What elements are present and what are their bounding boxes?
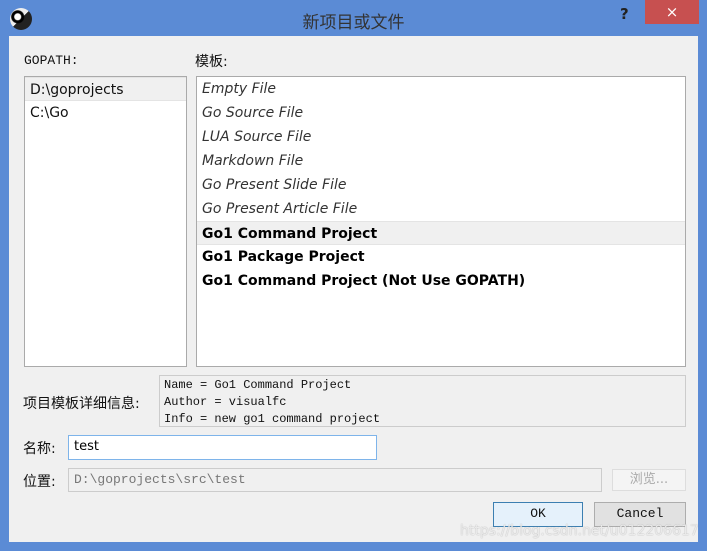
template-item[interactable]: Go1 Command Project (Not Use GOPATH) [197,269,685,293]
browse-button[interactable]: 浏览... [612,469,686,491]
template-item[interactable]: Go1 Package Project [197,245,685,269]
template-label: 模板: [195,54,228,70]
help-button[interactable]: ? [620,5,629,23]
title-bar: 新项目或文件 ? × [0,0,707,36]
name-label: 名称: [23,441,56,457]
detail-line: Name = Go1 Command Project [164,378,352,392]
close-button[interactable]: × [645,0,699,24]
detail-line: Author = visualfc [164,395,287,409]
details-label: 项目模板详细信息: [23,396,140,412]
gopath-label: GOPATH: [24,53,79,68]
gopath-item[interactable]: C:\Go [25,101,186,125]
location-label: 位置: [23,474,56,490]
template-list[interactable]: Empty File Go Source File LUA Source Fil… [196,76,686,367]
template-item[interactable]: Empty File [197,77,685,101]
template-item[interactable]: Markdown File [197,149,685,173]
detail-line: Info = new go1 command project [164,412,381,426]
details-box: Name = Go1 Command Project Author = visu… [159,375,686,427]
watermark: https://blog.csdn.net/u012206617 [460,523,699,539]
location-input[interactable]: D:\goprojects\src\test [68,468,602,492]
template-item-selected[interactable]: Go1 Command Project [197,221,685,245]
gopath-item[interactable]: D:\goprojects [25,77,186,101]
template-item[interactable]: Go Source File [197,101,685,125]
gopath-list[interactable]: D:\goprojects C:\Go [24,76,187,367]
template-item[interactable]: Go Present Slide File [197,173,685,197]
name-input[interactable]: test [68,435,377,460]
template-item[interactable]: Go Present Article File [197,197,685,221]
window-title: 新项目或文件 [302,13,405,33]
template-item[interactable]: LUA Source File [197,125,685,149]
